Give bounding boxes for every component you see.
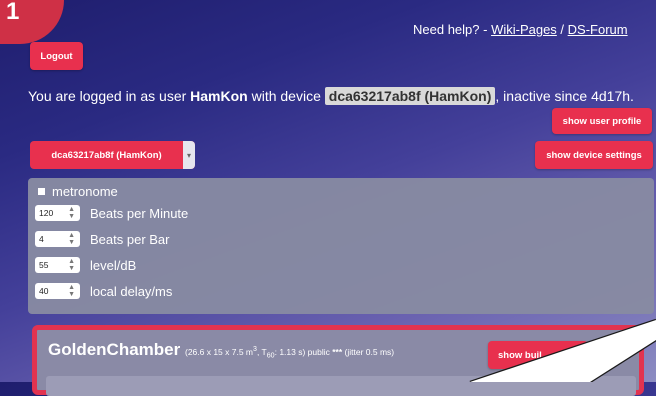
chamber-t-sub: 60 — [266, 351, 275, 360]
chamber-name: GoldenChamber — [48, 340, 181, 359]
login-prefix: You are logged in as user — [28, 88, 191, 104]
wiki-pages-link[interactable]: Wiki-Pages — [491, 22, 557, 37]
login-inactive: , inactive since 4d17h. — [495, 88, 634, 104]
delay-row: 40 ▲ ▼ local delay/ms — [35, 283, 172, 299]
beats-per-bar-value: 4 — [39, 234, 44, 244]
help-text: Need help? - — [413, 22, 492, 37]
level-label: level/dB — [90, 257, 137, 273]
step-number: 1 — [6, 0, 20, 25]
beats-per-bar-row: 4 ▲ ▼ Beats per Bar — [35, 231, 170, 247]
chamber-jitter: (jitter 0.5 ms) — [342, 347, 395, 357]
level-value: 55 — [39, 260, 49, 270]
bpm-stepper[interactable]: 120 ▲ ▼ — [35, 205, 80, 221]
metronome-label: metronome — [52, 184, 118, 199]
show-builtin-button[interactable]: show buil — [488, 341, 588, 369]
bpm-row: 120 ▲ ▼ Beats per Minute — [35, 205, 188, 221]
step-badge: 1 — [0, 0, 64, 44]
chamber-title: GoldenChamber (26.6 x 15 x 7.5 m3, T60: … — [48, 340, 394, 360]
beats-per-bar-label: Beats per Bar — [90, 231, 170, 247]
chamber-stars: *** — [332, 347, 343, 357]
metronome-checkbox[interactable] — [38, 188, 45, 195]
delay-stepper[interactable]: 40 ▲ ▼ — [35, 283, 80, 299]
beats-per-bar-stepper[interactable]: 4 ▲ ▼ — [35, 231, 80, 247]
device-select[interactable]: dca63217ab8f (HamKon) ▾ — [30, 141, 195, 169]
chamber-t-label: , T — [256, 347, 267, 357]
ds-forum-link[interactable]: DS-Forum — [568, 22, 628, 37]
username: HamKon — [190, 88, 248, 104]
bpm-label: Beats per Minute — [90, 205, 189, 221]
stepper-arrows-icon[interactable]: ▲ ▼ — [68, 284, 75, 298]
device-select-value: dca63217ab8f (HamKon) — [51, 149, 162, 161]
chamber-dims: (26.6 x 15 x 7.5 m — [184, 347, 254, 357]
login-status: You are logged in as user HamKon with de… — [28, 87, 638, 105]
delay-value: 40 — [39, 286, 49, 296]
level-row: 55 ▲ ▼ level/dB — [35, 257, 136, 273]
help-bar: Need help? - Wiki-Pages / DS-Forum — [413, 22, 628, 37]
metronome-toggle[interactable]: metronome — [38, 184, 118, 199]
stepper-arrows-icon[interactable]: ▲ ▼ — [68, 232, 75, 246]
logout-button[interactable]: Logout — [30, 42, 83, 70]
chevron-down-icon: ▾ — [183, 141, 195, 169]
show-device-settings-button[interactable]: show device settings — [535, 141, 653, 169]
show-user-profile-button[interactable]: show user profile — [552, 108, 652, 134]
chamber-meta: (26.6 x 15 x 7.5 m3, T60: 1.13 s) public… — [184, 345, 395, 360]
bpm-value: 120 — [39, 208, 54, 218]
stepper-arrows-icon[interactable]: ▲ ▼ — [68, 206, 75, 220]
chamber-inner-panel — [46, 376, 636, 396]
stepper-arrows-icon[interactable]: ▲ ▼ — [68, 258, 75, 272]
level-stepper[interactable]: 55 ▲ ▼ — [35, 257, 80, 273]
device-name: dca63217ab8f (HamKon) — [324, 87, 496, 105]
help-separator: / — [556, 22, 568, 37]
delay-label: local delay/ms — [90, 283, 173, 299]
login-device-prefix: with device — [247, 88, 325, 104]
chamber-t-value: : 1.13 s) public — [274, 347, 333, 357]
